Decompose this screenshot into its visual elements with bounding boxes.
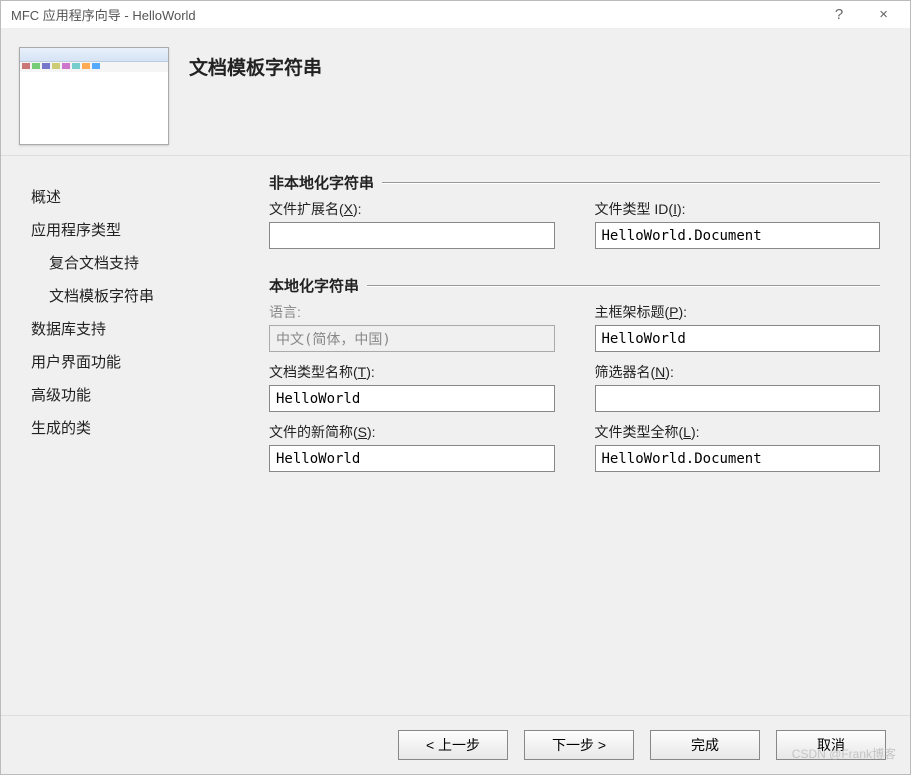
window-title: MFC 应用程序向导 - HelloWorld xyxy=(11,5,829,24)
mainframe-title-label: 主框架标题(P): xyxy=(595,302,881,322)
language-input xyxy=(269,325,555,352)
page-heading: 文档模板字符串 xyxy=(189,47,322,80)
content: 非本地化字符串 文件扩展名(X): 文件类型 ID(I): xyxy=(251,156,910,715)
sidebar-item-overview[interactable]: 概述 xyxy=(31,180,241,213)
sidebar: 概述 应用程序类型 复合文档支持 文档模板字符串 数据库支持 用户界面功能 高级… xyxy=(1,156,251,715)
group-nonlocalized: 非本地化字符串 文件扩展名(X): 文件类型 ID(I): xyxy=(269,172,880,259)
main-area: 概述 应用程序类型 复合文档支持 文档模板字符串 数据库支持 用户界面功能 高级… xyxy=(1,155,910,715)
sidebar-item-advanced[interactable]: 高级功能 xyxy=(31,378,241,411)
wizard-window: MFC 应用程序向导 - HelloWorld ? × 文档模板字符串 概述 应… xyxy=(0,0,911,775)
preview-thumbnail xyxy=(19,47,169,145)
filetype-full-label: 文件类型全称(L): xyxy=(595,422,881,442)
sidebar-item-app-type[interactable]: 应用程序类型 xyxy=(31,213,241,246)
doctype-name-input[interactable] xyxy=(269,385,555,412)
divider xyxy=(367,285,880,286)
titlebar: MFC 应用程序向导 - HelloWorld ? × xyxy=(1,1,910,29)
group-localized: 本地化字符串 语言: 主框架标题(P): xyxy=(269,275,880,482)
sidebar-item-generated-classes[interactable]: 生成的类 xyxy=(31,411,241,444)
file-type-id-input[interactable] xyxy=(595,222,881,249)
filter-name-label: 筛选器名(N): xyxy=(595,362,881,382)
newshort-input[interactable] xyxy=(269,445,555,472)
sidebar-item-ui[interactable]: 用户界面功能 xyxy=(31,345,241,378)
titlebar-controls: ? × xyxy=(829,6,902,23)
file-ext-input[interactable] xyxy=(269,222,555,249)
mainframe-title-input[interactable] xyxy=(595,325,881,352)
sidebar-item-compound-doc[interactable]: 复合文档支持 xyxy=(31,246,241,279)
filter-name-input[interactable] xyxy=(595,385,881,412)
divider xyxy=(382,182,880,183)
finish-button[interactable]: 完成 xyxy=(650,730,760,760)
prev-button[interactable]: < 上一步 xyxy=(398,730,508,760)
next-button[interactable]: 下一步 > xyxy=(524,730,634,760)
filetype-full-input[interactable] xyxy=(595,445,881,472)
button-bar: < 上一步 下一步 > 完成 取消 xyxy=(1,715,910,774)
sidebar-item-doc-template-strings[interactable]: 文档模板字符串 xyxy=(31,279,241,312)
group-nonlocalized-title: 非本地化字符串 xyxy=(269,172,382,193)
group-localized-title: 本地化字符串 xyxy=(269,275,367,296)
dialog-body: 文档模板字符串 概述 应用程序类型 复合文档支持 文档模板字符串 数据库支持 用… xyxy=(1,29,910,774)
close-button[interactable]: × xyxy=(873,6,894,23)
sidebar-item-database[interactable]: 数据库支持 xyxy=(31,312,241,345)
doctype-name-label: 文档类型名称(T): xyxy=(269,362,555,382)
newshort-label: 文件的新简称(S): xyxy=(269,422,555,442)
file-type-id-label: 文件类型 ID(I): xyxy=(595,199,881,219)
language-label: 语言: xyxy=(269,302,555,322)
help-button[interactable]: ? xyxy=(829,6,849,23)
header-area: 文档模板字符串 xyxy=(1,29,910,155)
cancel-button[interactable]: 取消 xyxy=(776,730,886,760)
file-ext-label: 文件扩展名(X): xyxy=(269,199,555,219)
